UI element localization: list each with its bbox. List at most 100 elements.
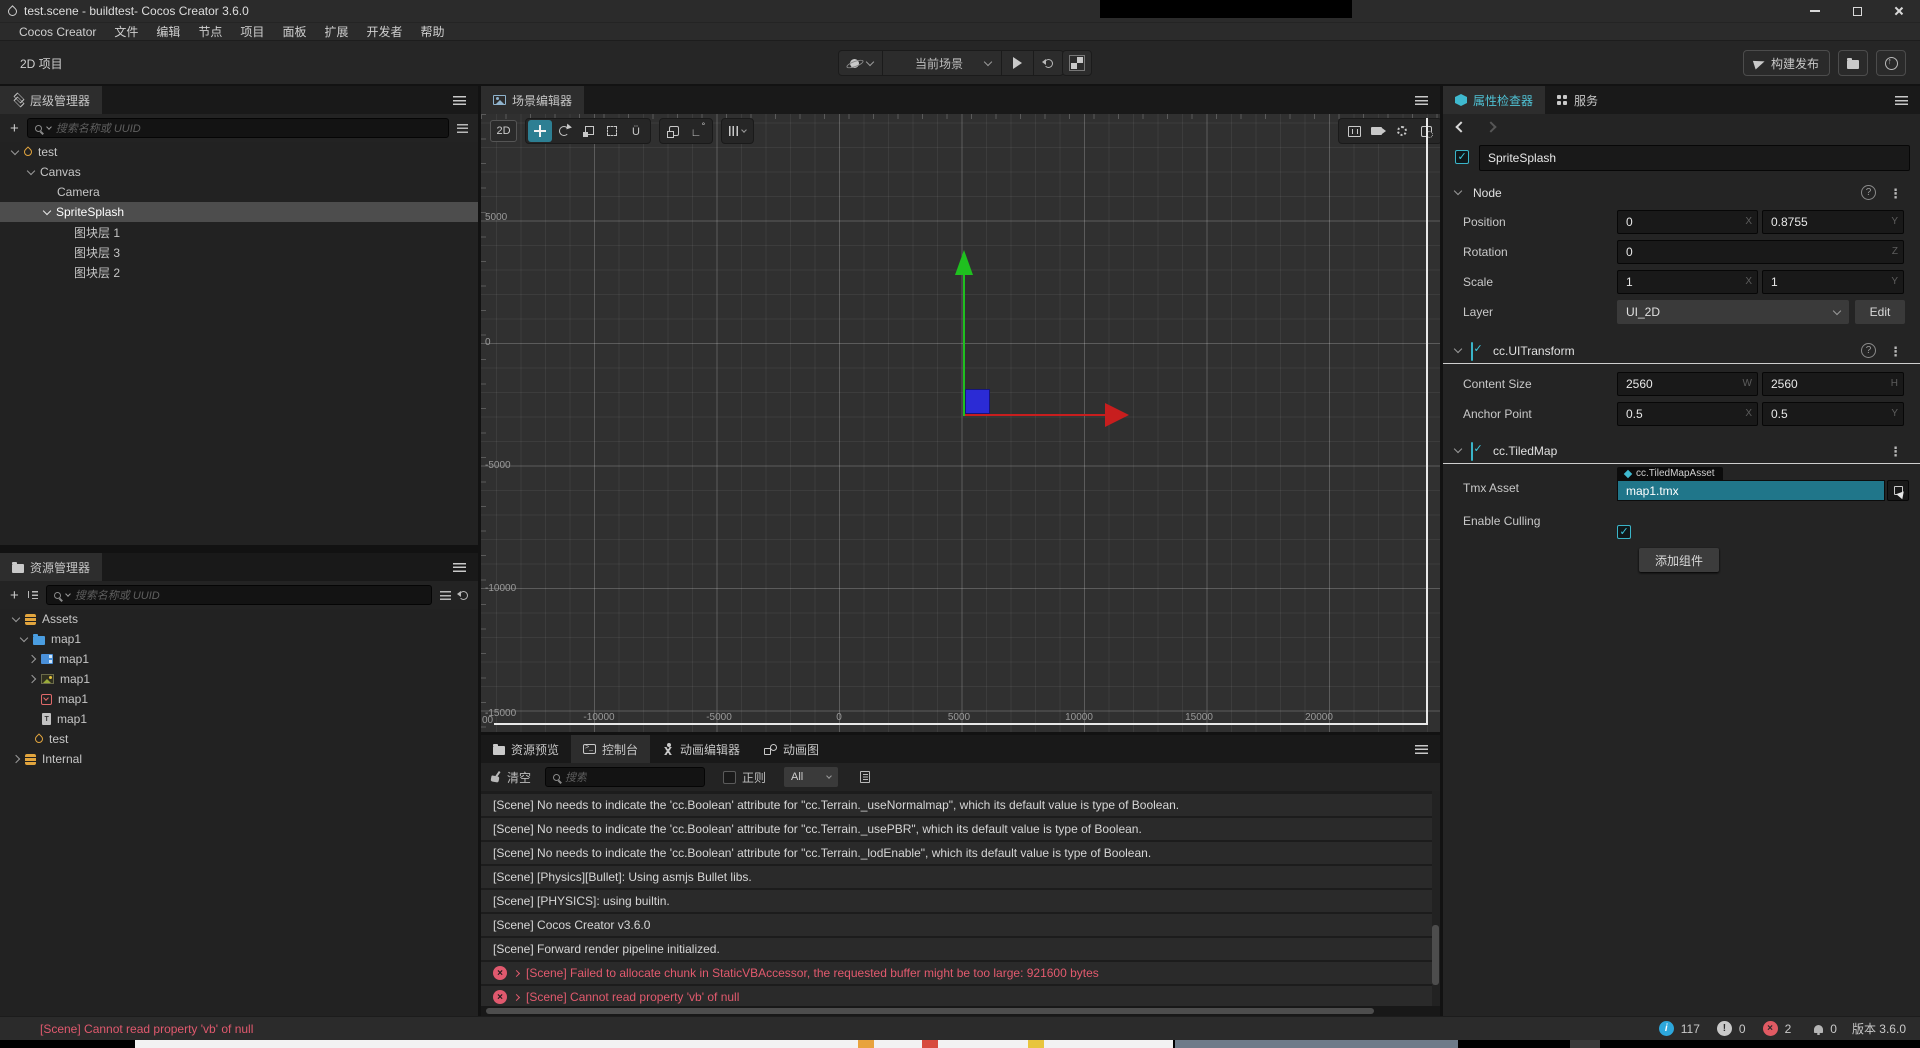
uitransform-section-header[interactable]: cc.UITransform ? [1443,340,1920,364]
collapse-arrow-icon[interactable] [1453,444,1463,454]
menu-developer[interactable]: 开发者 [357,23,411,40]
hierarchy-search[interactable]: 搜索名称或 UUID [26,118,449,138]
gizmo-x-arrowhead[interactable] [1105,403,1129,427]
gizmo-origin-handle[interactable] [965,389,990,414]
rotation-mode-button[interactable] [686,119,710,143]
asset-row-assets-root[interactable]: Assets [0,609,478,629]
console-search[interactable]: 搜索 [545,767,706,787]
history-back-icon[interactable] [1455,121,1467,133]
tmx-asset-field[interactable]: map1.tmx [1617,480,1885,501]
error-count-icon[interactable]: × [1762,1021,1778,1036]
asset-row-test-scene[interactable]: test [0,729,478,749]
tiledmap-section-header[interactable]: cc.TiledMap [1443,440,1920,464]
section-menu-icon[interactable] [1889,343,1902,361]
expand-arrow-icon[interactable] [27,654,37,664]
status-message[interactable]: [Scene] Cannot read property 'vb' of nul… [40,1022,253,1036]
anchor-x-input[interactable] [1618,403,1757,425]
reload-button[interactable] [1034,58,1063,68]
scale-y-field[interactable]: Y [1762,270,1904,294]
asset-row-internal[interactable]: Internal [0,749,478,769]
toggle-2d-3d-button[interactable]: 2D [490,120,517,142]
anchor-y-field[interactable]: Y [1762,402,1904,426]
section-menu-icon[interactable] [1889,185,1902,203]
aspect-ratio-button[interactable] [1342,119,1366,143]
rotation-z-field[interactable]: Z [1617,240,1904,264]
pivot-position-button[interactable] [662,119,686,143]
expand-arrow-icon[interactable] [11,754,21,764]
warning-count-icon[interactable]: ! [1716,1021,1732,1036]
tree-node-tilelayer-2[interactable]: 图块层 2 [0,262,478,282]
expand-log-icon[interactable] [512,969,521,977]
tree-node-test[interactable]: test [0,142,478,162]
console-log-list[interactable]: [Scene] No needs to indicate the 'cc.Boo… [481,791,1432,1006]
rotate-tool-button[interactable] [552,119,576,143]
play-button[interactable] [1002,57,1033,69]
regex-toggle[interactable]: 正则 [723,769,766,786]
panel-menu-icon[interactable] [453,96,466,105]
move-tool-button[interactable] [528,120,552,142]
content-h-input[interactable] [1763,373,1903,395]
log-row[interactable]: [Scene] [PHYSICS]: using builtin. [481,890,1432,912]
asset-row-map1-spritesheet[interactable]: map1 [0,649,478,669]
position-y-field[interactable]: Y [1762,210,1904,234]
content-w-field[interactable]: W [1617,372,1758,396]
expand-log-icon[interactable] [512,993,521,1001]
create-asset-button[interactable]: + [10,588,19,603]
preview-qr-button[interactable] [1062,50,1092,76]
scale-x-field[interactable]: X [1617,270,1758,294]
scene-canvas[interactable]: 2D Ü ∟ ° 5000 0 -5000 -10000 -15000 00 -… [481,114,1440,732]
scene-select-dropdown[interactable]: 当前场景 [883,55,1001,72]
help-icon[interactable]: ? [1861,343,1876,358]
upload-button[interactable] [1876,50,1906,76]
asset-list-view-icon[interactable] [440,590,451,600]
assets-search[interactable]: 搜索名称或 UUID [45,585,432,605]
add-component-button[interactable]: 添加组件 [1639,548,1719,572]
log-detail-icon[interactable] [860,771,871,783]
console-vertical-scrollbar[interactable] [1432,925,1439,985]
history-forward-icon[interactable] [1485,121,1497,133]
tab-asset-preview[interactable]: 资源预览 [481,735,571,763]
create-node-button[interactable]: + [10,121,19,136]
menu-panel[interactable]: 面板 [273,23,315,40]
layer-edit-button[interactable]: Edit [1855,300,1905,324]
layer-dropdown[interactable]: UI_2D [1617,300,1849,324]
log-row-error[interactable]: × [Scene] Cannot read property 'vb' of n… [481,986,1432,1006]
anchor-x-field[interactable]: X [1617,402,1758,426]
menu-cocos-creator[interactable]: Cocos Creator [10,25,105,39]
log-filter-dropdown[interactable]: All [784,767,839,787]
collapse-arrow-icon[interactable] [19,633,29,642]
node-section-header[interactable]: Node ? [1443,182,1920,206]
scale-y-input[interactable] [1763,271,1903,293]
panel-menu-icon[interactable] [1895,96,1908,105]
menu-node[interactable]: 节点 [189,23,231,40]
panel-menu-icon[interactable] [453,563,466,572]
tree-node-camera[interactable]: Camera [0,182,478,202]
node-filter-icon[interactable] [457,123,468,133]
menu-extension[interactable]: 扩展 [315,23,357,40]
tab-inspector[interactable]: 属性检查器 [1443,86,1546,114]
node-name-field[interactable] [1479,145,1910,171]
tab-scene-editor[interactable]: 场景编辑器 [481,86,585,114]
expand-arrow-icon[interactable] [27,674,37,684]
log-row[interactable]: [Scene] No needs to indicate the 'cc.Boo… [481,818,1432,840]
scale-tool-button[interactable] [576,119,600,143]
clear-console-button[interactable]: 清空 [491,769,531,786]
maximize-button[interactable] [1836,0,1878,22]
log-row[interactable]: [Scene] Forward render pipeline initiali… [481,938,1432,960]
collapse-arrow-icon[interactable] [26,166,36,175]
tree-node-tilelayer-1[interactable]: 图块层 1 [0,222,478,242]
log-row[interactable]: [Scene] No needs to indicate the 'cc.Boo… [481,794,1432,816]
menu-file[interactable]: 文件 [105,23,147,40]
regex-checkbox[interactable] [723,770,737,784]
console-horizontal-scrollbar[interactable] [486,1008,1374,1014]
position-y-input[interactable] [1763,211,1903,233]
log-row[interactable]: [Scene] [Physics][Bullet]: Using asmjs B… [481,866,1432,888]
content-w-input[interactable] [1618,373,1757,395]
scene-gizmo-settings-button[interactable] [1390,119,1414,143]
menu-help[interactable]: 帮助 [411,23,453,40]
tmx-asset-picker-button[interactable] [1887,480,1909,501]
import-asset-icon[interactable] [27,590,38,600]
close-button[interactable] [1878,0,1920,22]
collapse-arrow-icon[interactable] [42,206,52,215]
tab-hierarchy[interactable]: 层级管理器 [0,86,103,114]
